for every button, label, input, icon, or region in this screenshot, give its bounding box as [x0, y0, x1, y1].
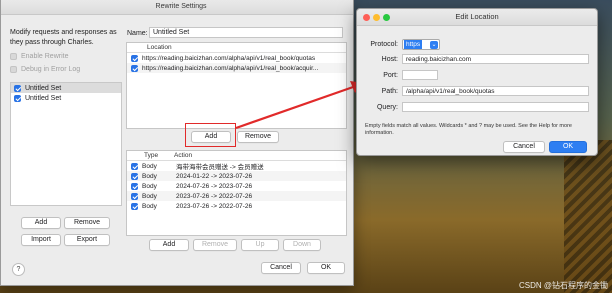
- edit-location-dialog: Edit Location Protocol: https ⌄ Host: re…: [356, 8, 598, 156]
- dialog-cancel-button[interactable]: Cancel: [503, 141, 545, 153]
- dialog-titlebar[interactable]: Edit Location: [357, 9, 597, 26]
- port-label: Port:: [383, 72, 398, 79]
- chevron-down-icon: ⌄: [430, 41, 438, 49]
- protocol-label: Protocol:: [370, 41, 398, 48]
- close-icon[interactable]: [363, 14, 370, 21]
- watermark-text: CSDN @钻石程序的金锄: [518, 281, 608, 290]
- dialog-ok-button[interactable]: OK: [549, 141, 587, 153]
- protocol-select[interactable]: https ⌄: [402, 39, 440, 50]
- protocol-value: https: [404, 40, 423, 49]
- path-input[interactable]: /alpha/api/v1/real_book/quotas: [402, 86, 589, 96]
- query-input[interactable]: [402, 102, 589, 112]
- help-hint-text: Empty fields match all values. Wildcards…: [365, 123, 572, 136]
- query-label: Query:: [376, 104, 398, 111]
- host-input[interactable]: reading.baicizhan.com: [402, 54, 589, 64]
- host-label: Host:: [381, 56, 398, 63]
- zoom-icon[interactable]: [383, 14, 390, 21]
- port-input[interactable]: [402, 70, 438, 80]
- path-label: Path:: [381, 88, 398, 95]
- dialog-title: Edit Location: [455, 12, 499, 21]
- minimize-icon[interactable]: [373, 14, 380, 21]
